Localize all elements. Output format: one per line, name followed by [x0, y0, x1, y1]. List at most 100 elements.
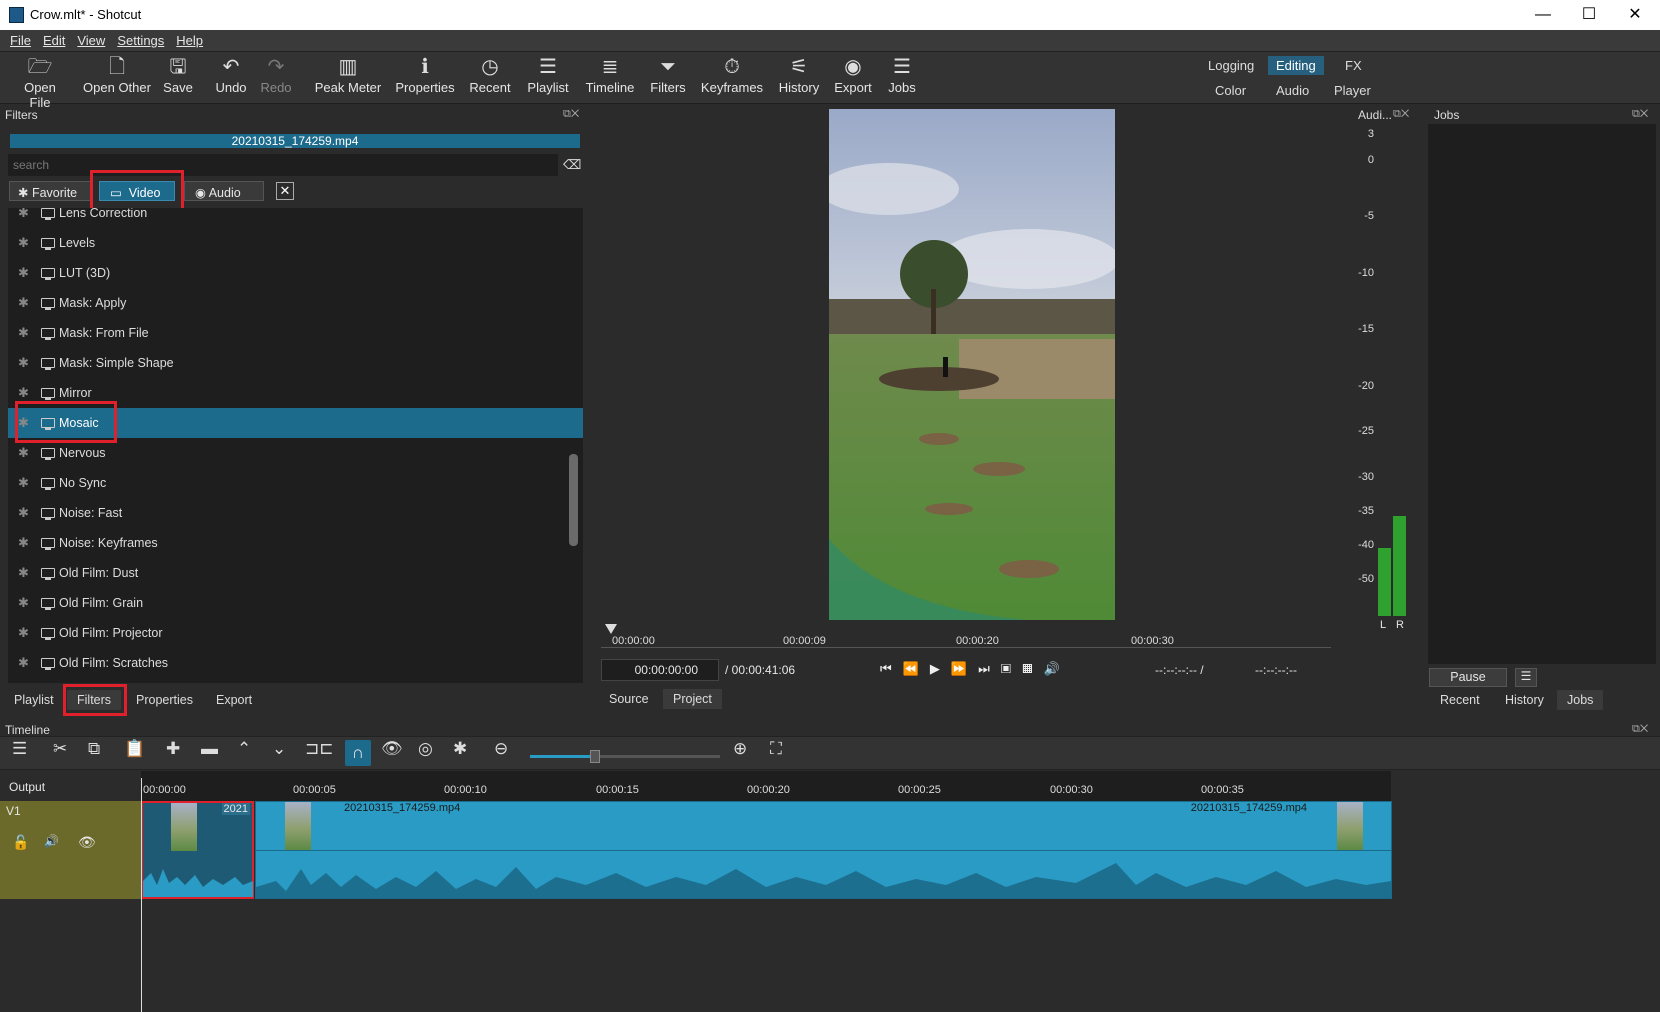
layout-fx[interactable]: FX — [1337, 56, 1370, 75]
lock-icon[interactable]: 🔓 — [12, 834, 29, 851]
skip-to-start-icon[interactable]: ⏮ — [880, 661, 903, 676]
list-item[interactable]: ✱ Old Film: Projector — [8, 618, 583, 648]
remove-icon[interactable]: ▬ — [201, 739, 218, 759]
tab-project[interactable]: Project — [663, 689, 722, 709]
list-item[interactable]: ✱ Lens Correction — [8, 208, 583, 228]
clip-1[interactable]: 2021 — [141, 801, 254, 899]
rewind-icon[interactable]: ⏪ — [903, 661, 930, 676]
layout-color[interactable]: Color — [1207, 81, 1254, 100]
export-button[interactable]: ◉ Export — [832, 54, 874, 95]
list-item[interactable]: ✱ LUT (3D) — [8, 258, 583, 288]
paste-icon[interactable]: 📋 — [124, 739, 145, 759]
audio-tab[interactable]: ◉ Audio — [184, 181, 264, 201]
list-item[interactable]: ✱ Noise: Fast — [8, 498, 583, 528]
menu-edit[interactable]: Edit — [37, 30, 71, 48]
open-other-button[interactable]: 🗋 Open Other — [82, 54, 152, 95]
minimize-button[interactable]: — — [1520, 0, 1566, 30]
zoom-slider-handle[interactable] — [590, 750, 600, 763]
playlist-button[interactable]: ☰ Playlist — [524, 54, 572, 95]
monitor-icon — [41, 388, 55, 400]
close-button[interactable]: ✕ — [1612, 0, 1658, 30]
tab-history[interactable]: History — [1495, 690, 1554, 710]
list-item[interactable]: ✱ Old Film: Dust — [8, 558, 583, 588]
tab-playlist[interactable]: Playlist — [4, 690, 64, 710]
list-item[interactable]: ✱ No Sync — [8, 468, 583, 498]
favorite-tab[interactable]: ✱ Favorite — [9, 181, 91, 201]
list-item[interactable]: ✱ Mask: Apply — [8, 288, 583, 318]
list-item[interactable]: ✱ Old Film: Scratches — [8, 648, 583, 678]
tab-recent[interactable]: Recent — [1430, 690, 1490, 710]
list-item[interactable]: ✱ Mask: Simple Shape — [8, 348, 583, 378]
panel-float-close-icons[interactable]: ⧉✕ — [1393, 108, 1409, 121]
fast-forward-icon[interactable]: ⏩ — [951, 661, 978, 676]
properties-button[interactable]: ℹ Properties — [395, 54, 455, 95]
mute-icon[interactable]: 🔊 — [44, 834, 59, 848]
list-item[interactable]: ✱ Noise: Keyframes — [8, 528, 583, 558]
jobs-menu-icon[interactable]: ☰ — [1515, 668, 1537, 687]
menu-view[interactable]: View — [71, 30, 111, 48]
cut-icon[interactable]: ✂ — [53, 739, 67, 759]
zoom-slider-track[interactable] — [530, 750, 720, 763]
maximize-button[interactable]: ☐ — [1566, 0, 1612, 30]
layout-logging[interactable]: Logging — [1200, 56, 1262, 75]
list-item[interactable]: ✱ Mask: From File — [8, 318, 583, 348]
tab-jobs[interactable]: Jobs — [1557, 690, 1604, 710]
tab-properties[interactable]: Properties — [126, 690, 203, 710]
layout-editing[interactable]: Editing — [1268, 56, 1324, 75]
list-item[interactable]: ✱ Levels — [8, 228, 583, 258]
filters-button[interactable]: ⏷ Filters — [648, 54, 688, 95]
grid-icon[interactable]: ▦ — [1022, 661, 1043, 676]
zoom-icon[interactable]: ▣ — [1001, 661, 1022, 676]
snap-icon[interactable]: ∩ — [345, 740, 371, 766]
overwrite-icon[interactable]: ⌄ — [272, 739, 286, 759]
zoom-out-icon[interactable]: ⊖ — [494, 739, 508, 759]
ripple-icon[interactable]: ◎ — [418, 739, 433, 759]
timeline-button[interactable]: ≣ Timeline — [584, 54, 636, 95]
lift-icon[interactable]: ⌃ — [237, 739, 251, 759]
panel-float-close-icons[interactable]: ⧉✕ — [1632, 108, 1648, 121]
keyframes-icon: ⏱ — [724, 56, 740, 78]
filter-list-scrollbar[interactable] — [569, 454, 578, 546]
zoom-fit-icon[interactable]: ⛶ — [770, 739, 782, 759]
split-icon[interactable]: ⊐⊏ — [305, 739, 334, 759]
tab-export[interactable]: Export — [206, 690, 263, 710]
timeline-menu-icon[interactable]: ☰ — [12, 739, 27, 759]
copy-icon[interactable]: ⧉ — [88, 739, 100, 759]
layout-audio[interactable]: Audio — [1268, 81, 1317, 100]
menu-settings[interactable]: Settings — [111, 30, 170, 48]
zoom-in-icon[interactable]: ⊕ — [733, 739, 747, 759]
scrub-icon[interactable]: 👁 — [381, 739, 403, 759]
play-icon[interactable]: ▶ — [930, 661, 951, 676]
player-ruler[interactable]: 00:00:00 00:00:09 00:00:20 00:00:30 — [601, 624, 1331, 648]
pause-button[interactable]: Pause — [1429, 668, 1507, 687]
append-icon[interactable]: ✚ — [166, 739, 180, 759]
close-filter-list-icon[interactable]: ✕ — [276, 182, 294, 200]
panel-float-close-icons[interactable]: ⧉✕ — [1632, 723, 1648, 736]
timeline-playhead[interactable] — [141, 778, 142, 1012]
ripple-all-icon[interactable]: ✱ — [453, 739, 467, 759]
keyframes-button[interactable]: ⏱ Keyframes — [700, 54, 764, 95]
skip-to-end-icon[interactable]: ⏭ — [978, 661, 1001, 676]
layout-player[interactable]: Player — [1326, 81, 1379, 100]
volume-icon[interactable]: 🔊 — [1044, 661, 1071, 676]
playhead-icon[interactable] — [605, 624, 617, 634]
save-button[interactable]: 🖫 Save — [160, 54, 196, 95]
undo-button[interactable]: ↶ Undo — [213, 54, 249, 95]
track-header-v1[interactable]: V1 🔓 🔊 👁 — [0, 801, 141, 899]
open-file-button[interactable]: 🗁 Open File — [12, 54, 68, 110]
menu-file[interactable]: File — [4, 30, 37, 48]
timeline-ruler[interactable]: 00:00:00 00:00:05 00:00:10 00:00:15 00:0… — [141, 771, 1391, 801]
clip-2[interactable]: 20210315_174259.mp4 20210315_174259.mp4 — [255, 801, 1392, 899]
position-timecode-input[interactable]: 00:00:00:00 — [601, 659, 719, 681]
tab-source[interactable]: Source — [599, 689, 659, 709]
recent-button[interactable]: ◷ Recent — [468, 54, 512, 95]
panel-float-close-icons[interactable]: ⧉✕ — [563, 108, 579, 121]
clear-search-icon[interactable]: ⌫ — [563, 157, 581, 172]
hide-icon[interactable]: 👁 — [78, 834, 96, 851]
redo-button[interactable]: ↷ Redo — [258, 54, 294, 95]
jobs-button[interactable]: ☰ Jobs — [884, 54, 920, 95]
menu-help[interactable]: Help — [170, 30, 209, 48]
list-item[interactable]: ✱ Old Film: Grain — [8, 588, 583, 618]
peak-meter-button[interactable]: ▥ Peak Meter — [314, 54, 382, 95]
history-button[interactable]: ⚟ History — [776, 54, 822, 95]
